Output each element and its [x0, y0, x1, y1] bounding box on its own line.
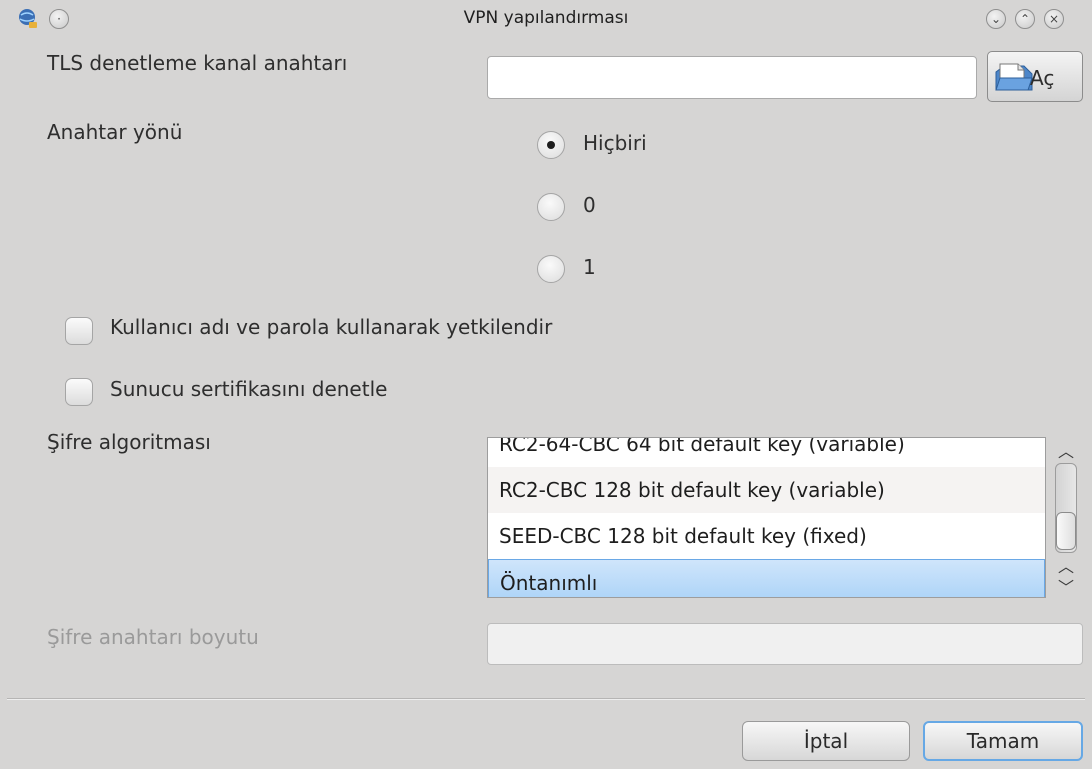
cipher-list[interactable]: RC2-64-CBC 64 bit default key (variable)…	[487, 437, 1046, 598]
minimize-icon[interactable]: ⌄	[986, 9, 1006, 29]
verify-cert-checkbox[interactable]	[65, 378, 93, 406]
key-direction-label: Anahtar yönü	[47, 120, 183, 144]
verify-cert-checkbox-label: Sunucu sertifikasını denetle	[110, 377, 388, 401]
radio-none-label: Hiçbiri	[583, 131, 647, 155]
open-file-icon	[995, 63, 1033, 91]
close-icon[interactable]: ×	[1044, 9, 1064, 29]
open-file-button[interactable]: Aç	[987, 51, 1083, 102]
radio-1-label: 1	[583, 255, 596, 279]
list-item[interactable]: SEED-CBC 128 bit default key (fixed)	[488, 513, 1045, 559]
auth-checkbox[interactable]	[65, 317, 93, 345]
scroll-down-icon[interactable]: ﹀	[1055, 574, 1077, 598]
list-item-selected[interactable]: Öntanımlı	[488, 559, 1045, 597]
tls-key-label: TLS denetleme kanal anahtarı	[47, 51, 348, 75]
radio-1[interactable]	[537, 255, 565, 283]
open-file-label: Aç	[1030, 66, 1055, 90]
ok-button[interactable]: Tamam	[923, 721, 1083, 761]
radio-0[interactable]	[537, 193, 565, 221]
cipher-label: Şifre algoritması	[47, 430, 211, 454]
key-size-input	[487, 623, 1083, 665]
radio-0-label: 0	[583, 193, 596, 217]
title-bar: · VPN yapılandırması ⌄ ⌃ ×	[0, 0, 1092, 38]
list-item[interactable]: RC2-64-CBC 64 bit default key (variable)	[488, 438, 1045, 467]
list-item[interactable]: RC2-CBC 128 bit default key (variable)	[488, 467, 1045, 513]
separator	[7, 698, 1085, 700]
auth-checkbox-label: Kullanıcı adı ve parola kullanarak yetki…	[110, 315, 553, 339]
scroll-up-icon[interactable]: ︿	[1055, 438, 1077, 462]
maximize-icon[interactable]: ⌃	[1015, 9, 1035, 29]
key-size-label: Şifre anahtarı boyutu	[47, 625, 259, 649]
cancel-button[interactable]: İptal	[742, 721, 910, 761]
scrollbar-thumb[interactable]	[1056, 512, 1076, 550]
tls-key-input[interactable]	[487, 56, 977, 99]
window-title: VPN yapılandırması	[463, 8, 629, 28]
radio-none[interactable]	[537, 131, 565, 159]
